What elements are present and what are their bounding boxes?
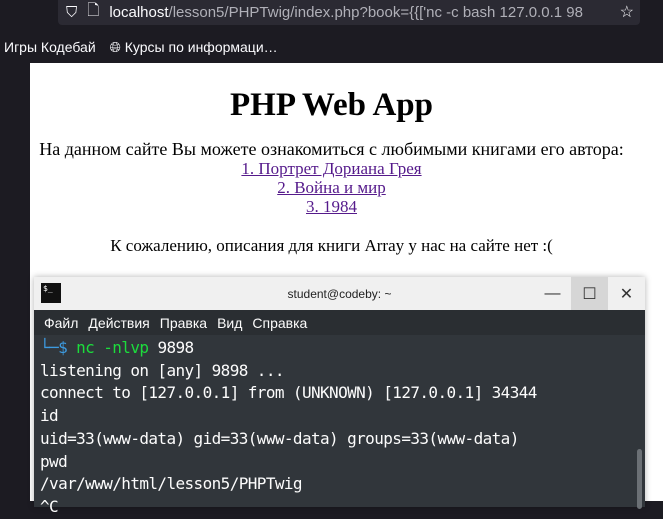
- book-list: 1. Портрет Дориана Грея 2. Война и мир 3…: [0, 159, 663, 216]
- book-link[interactable]: 3. 1984: [0, 197, 663, 216]
- bookmark-star-icon[interactable]: ☆: [620, 2, 634, 22]
- output-line: id: [40, 406, 59, 426]
- terminal-icon: $_: [41, 283, 61, 303]
- shield-icon: ⛉: [66, 4, 78, 21]
- maximize-button[interactable]: ☐: [571, 277, 608, 310]
- page-icon: 🗋: [87, 2, 100, 19]
- bookmark-courses[interactable]: 🌐︎ Курсы по информаци…: [110, 39, 278, 56]
- output-line: uid=33(www-data) gid=33(www-data) groups…: [40, 428, 519, 448]
- terminal-menubar: Файл Действия Правка Вид Справка: [34, 310, 645, 335]
- globe-icon: 🌐︎: [109, 38, 125, 55]
- menu-actions[interactable]: Действия: [88, 315, 149, 331]
- terminal-window: $_ student@codeby: ~ — ☐ ✕ Файл Действия…: [34, 277, 645, 516]
- intro-text: На данном сайте Вы можете ознакомиться с…: [39, 139, 624, 159]
- output-line: ^C: [40, 496, 59, 516]
- bookmarks-bar: Игры Кодебай 🌐︎ Курсы по информаци…: [0, 36, 278, 58]
- output-line: pwd: [40, 451, 68, 471]
- url-path: /lesson5/PHPTwig/index.php?book={{['nc -…: [168, 4, 583, 21]
- command-line: └─$ nc -nlvp 9898: [40, 338, 194, 357]
- menu-view[interactable]: Вид: [217, 315, 242, 331]
- book-link[interactable]: 2. Война и мир: [0, 178, 663, 197]
- output-line: connect to [127.0.0.1] from (UNKNOWN) [1…: [40, 383, 537, 403]
- page-title: PHP Web App: [230, 87, 433, 123]
- bookmark-codeby-games[interactable]: Игры Кодебай: [4, 39, 96, 55]
- book-link[interactable]: 1. Портрет Дориана Грея: [0, 159, 663, 178]
- terminal-scrollbar[interactable]: [637, 449, 642, 509]
- minimize-button[interactable]: —: [534, 277, 571, 310]
- page-content: PHP Web App На данном сайте Вы можете оз…: [0, 63, 663, 256]
- output-line: /var/www/html/lesson5/PHPTwig: [40, 474, 303, 494]
- close-button[interactable]: ✕: [608, 277, 645, 310]
- menu-file[interactable]: Файл: [44, 315, 78, 331]
- menu-help[interactable]: Справка: [252, 315, 307, 331]
- terminal-output[interactable]: └─$ nc -nlvp 9898 listening on [any] 9898…: [34, 335, 645, 519]
- address-bar[interactable]: ⛉ 🗋 localhost/lesson5/PHPTwig/index.php?…: [58, 0, 640, 25]
- terminal-title: student@codeby: ~: [287, 286, 392, 301]
- menu-edit[interactable]: Правка: [160, 315, 207, 331]
- output-line: listening on [any] 9898 ...: [40, 360, 284, 380]
- terminal-titlebar[interactable]: $_ student@codeby: ~ — ☐ ✕: [34, 277, 645, 310]
- url-host: localhost: [109, 4, 169, 21]
- message-text: К сожалению, описания для книги Array у …: [110, 236, 553, 255]
